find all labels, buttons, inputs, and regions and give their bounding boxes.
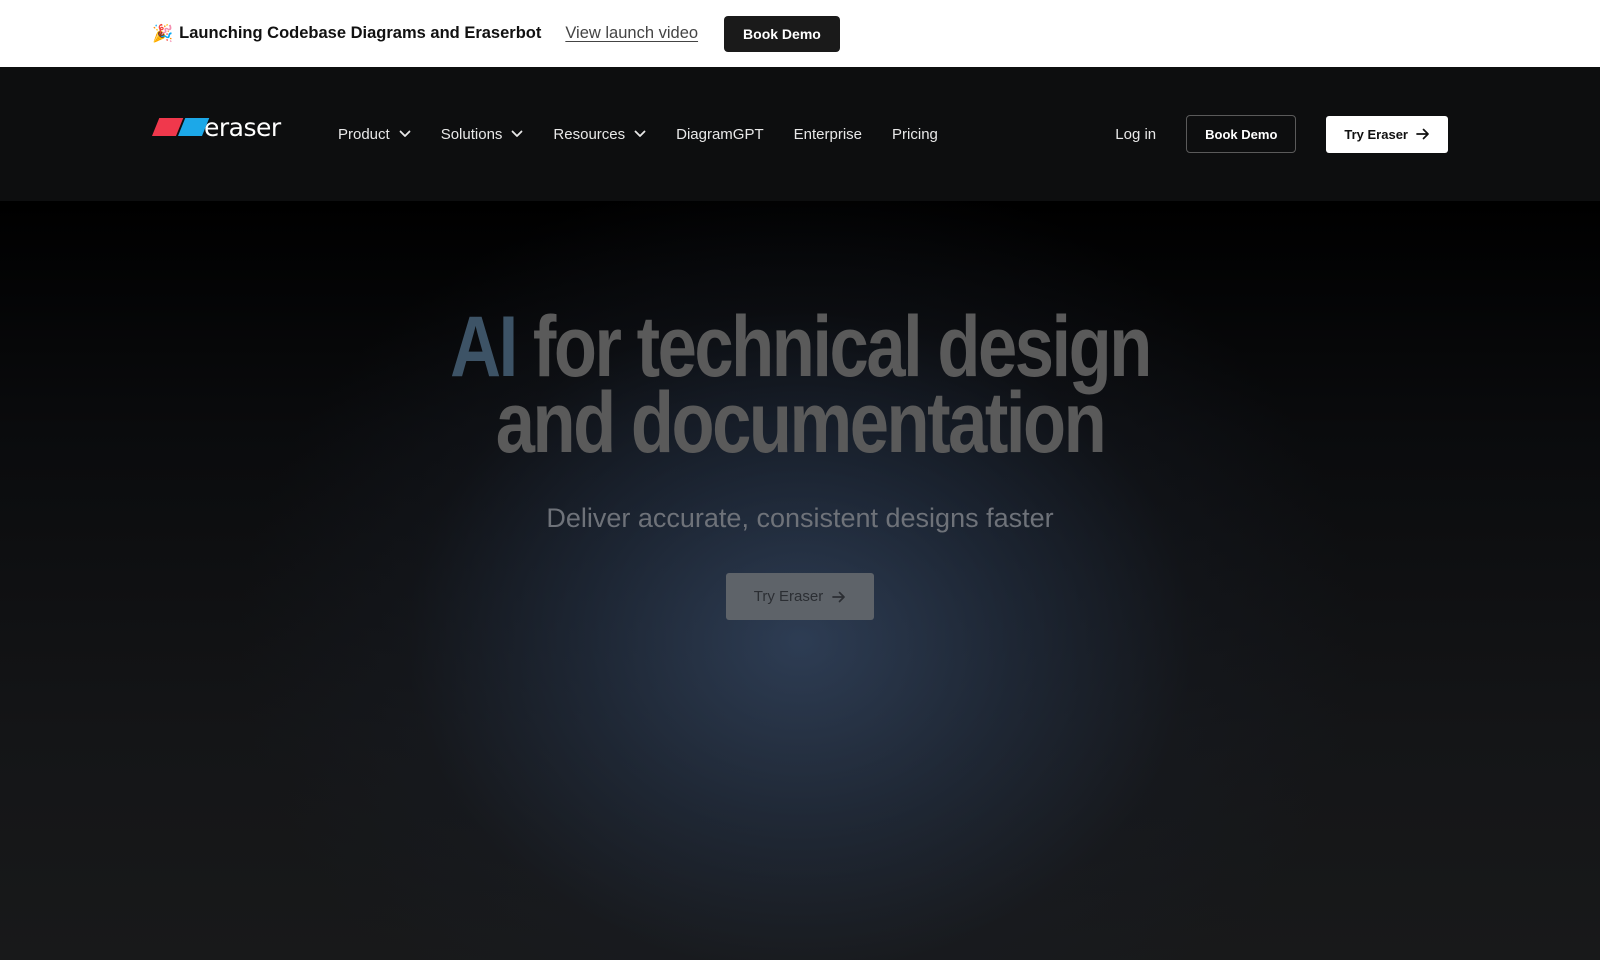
- arrow-right-icon: [1416, 128, 1429, 140]
- hero-subtitle: Deliver accurate, consistent designs fas…: [546, 503, 1054, 533]
- nav-item-product[interactable]: Product: [338, 126, 411, 143]
- hero-cta-label: Try Eraser: [753, 588, 824, 605]
- nav-actions: Log in Book Demo Try Eraser: [1115, 67, 1448, 201]
- chevron-down-icon: [634, 130, 646, 137]
- nav-links: Product Solutions Resources DiagramGPT E…: [338, 67, 968, 201]
- nav-item-label: Pricing: [892, 125, 938, 143]
- hero-section: AI for technical design and documentatio…: [0, 201, 1600, 960]
- nav-item-solutions[interactable]: Solutions: [441, 126, 524, 143]
- announcement-book-demo-button[interactable]: Book Demo: [724, 15, 840, 52]
- nav-item-label: Product: [338, 125, 390, 143]
- nav-item-diagramgpt[interactable]: DiagramGPT: [676, 126, 764, 143]
- party-popper-icon: 🎉: [152, 23, 174, 43]
- hero-title-line2: and documentation: [495, 375, 1107, 471]
- nav-try-eraser-label: Try Eraser: [1344, 126, 1408, 142]
- announcement-bar: 🎉 Launching Codebase Diagrams and Eraser…: [0, 0, 1600, 67]
- logo-text: eraser: [204, 113, 281, 142]
- chevron-down-icon: [512, 130, 523, 137]
- login-link[interactable]: Log in: [1115, 126, 1156, 143]
- nav-try-eraser-button[interactable]: Try Eraser: [1326, 115, 1448, 153]
- view-launch-video-link[interactable]: View launch video: [565, 24, 698, 43]
- nav-item-label: Solutions: [440, 125, 503, 143]
- hero-title: AI for technical design and documentatio…: [144, 304, 1456, 466]
- nav-item-label: DiagramGPT: [676, 125, 764, 143]
- nav-item-label: Enterprise: [793, 125, 863, 143]
- chevron-down-icon: [399, 130, 411, 137]
- eraser-logo-mark: [152, 117, 210, 138]
- eraser-logo[interactable]: eraser: [152, 115, 281, 140]
- hero-try-eraser-button[interactable]: Try Eraser: [726, 573, 874, 620]
- nav-item-enterprise[interactable]: Enterprise: [794, 126, 862, 143]
- nav-item-pricing[interactable]: Pricing: [892, 126, 938, 143]
- arrow-right-icon: [832, 591, 846, 602]
- nav-book-demo-button[interactable]: Book Demo: [1186, 115, 1297, 153]
- navbar: eraser Product Solutions Resources Diagr…: [0, 67, 1600, 201]
- nav-item-label: Resources: [553, 125, 626, 143]
- nav-item-resources[interactable]: Resources: [553, 126, 646, 143]
- announcement-text: Launching Codebase Diagrams and Eraserbo…: [179, 24, 542, 42]
